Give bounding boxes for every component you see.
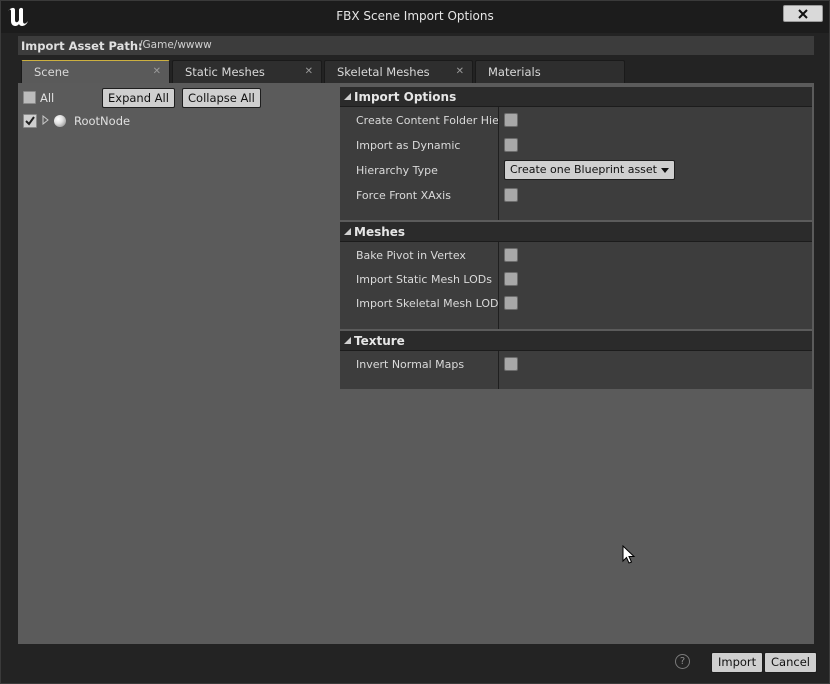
property-row: Import Skeletal Mesh LODs bbox=[340, 293, 812, 315]
import-button[interactable]: Import bbox=[711, 652, 764, 673]
rootnode-label[interactable]: RootNode bbox=[74, 114, 130, 128]
expand-arrow-icon[interactable] bbox=[42, 115, 50, 125]
section-title: Meshes bbox=[354, 225, 406, 239]
tab-materials[interactable]: Materials bbox=[475, 60, 625, 83]
close-button[interactable] bbox=[783, 5, 823, 22]
expand-all-button[interactable]: Expand All bbox=[102, 88, 175, 108]
tab-close-icon[interactable]: ✕ bbox=[153, 66, 161, 77]
scene-node-sphere-icon bbox=[54, 115, 66, 127]
property-row: Create Content Folder Hierarchy bbox=[340, 110, 812, 132]
section-header-import-options[interactable]: Import Options bbox=[340, 87, 812, 107]
hierarchy-type-value: Create one Blueprint asset bbox=[510, 163, 657, 176]
collapse-all-button[interactable]: Collapse All bbox=[182, 88, 261, 108]
section-body: Invert Normal Maps bbox=[340, 351, 812, 389]
collapse-arrow-icon bbox=[344, 93, 351, 100]
bake-pivot-checkbox[interactable] bbox=[504, 248, 518, 262]
import-path-value: /Game/wwww bbox=[139, 39, 212, 51]
close-icon bbox=[798, 8, 808, 19]
import-as-dynamic-checkbox[interactable] bbox=[504, 138, 518, 152]
property-label: Import Static Mesh LODs bbox=[356, 273, 493, 286]
tab-static-meshes[interactable]: Static Meshes ✕ bbox=[172, 60, 322, 83]
section-meshes: Meshes Bake Pivot in Vertex Import Stati… bbox=[340, 222, 812, 329]
property-row: Hierarchy Type Create one Blueprint asse… bbox=[340, 160, 812, 182]
import-skeletal-mesh-lods-checkbox[interactable] bbox=[504, 296, 518, 310]
tab-close-icon[interactable]: ✕ bbox=[305, 66, 313, 77]
section-title: Import Options bbox=[354, 90, 457, 104]
tab-scene-label: Scene bbox=[34, 65, 70, 79]
section-body: Bake Pivot in Vertex Import Static Mesh … bbox=[340, 242, 812, 329]
tab-scene[interactable]: Scene ✕ bbox=[21, 60, 170, 83]
property-row: Invert Normal Maps bbox=[340, 354, 812, 376]
property-label: Force Front XAxis bbox=[356, 189, 451, 202]
window-title: FBX Scene Import Options bbox=[336, 9, 494, 23]
mouse-cursor-icon bbox=[622, 545, 636, 564]
tab-static-meshes-label: Static Meshes bbox=[185, 65, 265, 79]
section-header-meshes[interactable]: Meshes bbox=[340, 222, 812, 242]
section-body: Create Content Folder Hierarchy Import a… bbox=[340, 107, 812, 220]
property-label: Hierarchy Type bbox=[356, 164, 438, 177]
section-header-texture[interactable]: Texture bbox=[340, 331, 812, 351]
invert-normal-maps-checkbox[interactable] bbox=[504, 357, 518, 371]
property-row: Force Front XAxis bbox=[340, 185, 812, 207]
section-import-options: Import Options Create Content Folder Hie… bbox=[340, 87, 812, 220]
tab-skeletal-meshes[interactable]: Skeletal Meshes ✕ bbox=[324, 60, 473, 83]
tab-close-icon[interactable]: ✕ bbox=[456, 66, 464, 77]
property-label: Bake Pivot in Vertex bbox=[356, 249, 466, 262]
section-texture: Texture Invert Normal Maps bbox=[340, 331, 812, 389]
collapse-arrow-icon bbox=[344, 228, 351, 235]
scene-tab-content: All Expand All Collapse All RootNode Imp… bbox=[18, 83, 814, 644]
title-bar[interactable]: FBX Scene Import Options bbox=[1, 1, 829, 33]
import-static-mesh-lods-checkbox[interactable] bbox=[504, 272, 518, 286]
section-title: Texture bbox=[354, 334, 405, 348]
checkmark-icon bbox=[25, 116, 35, 126]
import-path-label: Import Asset Path: bbox=[21, 39, 143, 53]
create-content-folder-checkbox[interactable] bbox=[504, 113, 518, 127]
import-path-bar: Import Asset Path: /Game/wwww bbox=[18, 36, 814, 55]
property-label: Create Content Folder Hierarchy bbox=[356, 114, 498, 127]
all-label: All bbox=[40, 91, 55, 105]
tab-skeletal-meshes-label: Skeletal Meshes bbox=[337, 65, 430, 79]
property-row: Bake Pivot in Vertex bbox=[340, 245, 812, 267]
cancel-button[interactable]: Cancel bbox=[764, 652, 817, 673]
property-label: Import Skeletal Mesh LODs bbox=[356, 297, 498, 310]
collapse-arrow-icon bbox=[344, 337, 351, 344]
dropdown-arrow-icon bbox=[660, 167, 669, 173]
hierarchy-type-dropdown[interactable]: Create one Blueprint asset bbox=[504, 160, 675, 180]
tab-materials-label: Materials bbox=[488, 65, 541, 79]
import-options-window: FBX Scene Import Options Import Asset Pa… bbox=[0, 0, 830, 684]
property-label: Import as Dynamic bbox=[356, 139, 461, 152]
force-front-xaxis-checkbox[interactable] bbox=[504, 188, 518, 202]
help-icon[interactable]: ? bbox=[675, 654, 690, 669]
property-row: Import as Dynamic bbox=[340, 135, 812, 157]
all-checkbox[interactable] bbox=[23, 91, 36, 104]
property-label: Invert Normal Maps bbox=[356, 358, 465, 371]
property-row: Import Static Mesh LODs bbox=[340, 269, 812, 291]
rootnode-checkbox[interactable] bbox=[23, 114, 37, 128]
